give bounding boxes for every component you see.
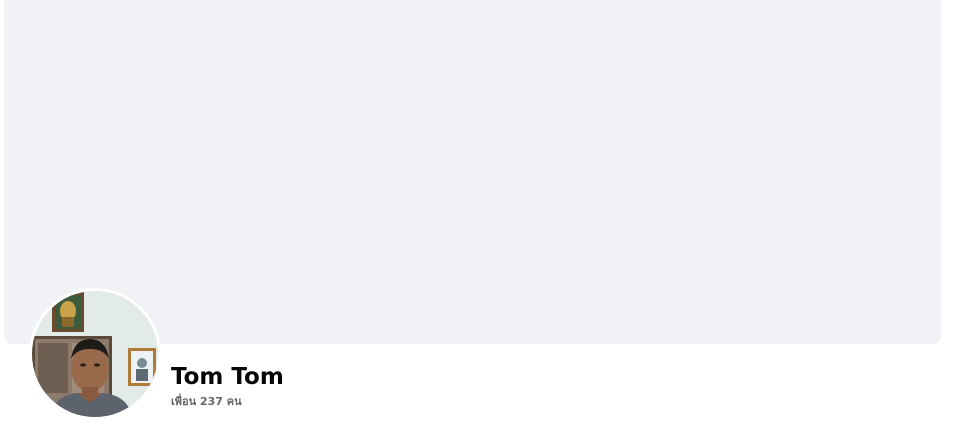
cover-photo[interactable] <box>4 0 941 344</box>
profile-name: Tom Tom <box>171 364 284 390</box>
profile-avatar[interactable] <box>32 291 158 417</box>
friend-count[interactable]: เพื่อน 237 คน <box>171 394 242 410</box>
profile-header: Tom Tom เพื่อน 237 คน <box>0 0 970 425</box>
avatar-photo <box>32 291 158 417</box>
